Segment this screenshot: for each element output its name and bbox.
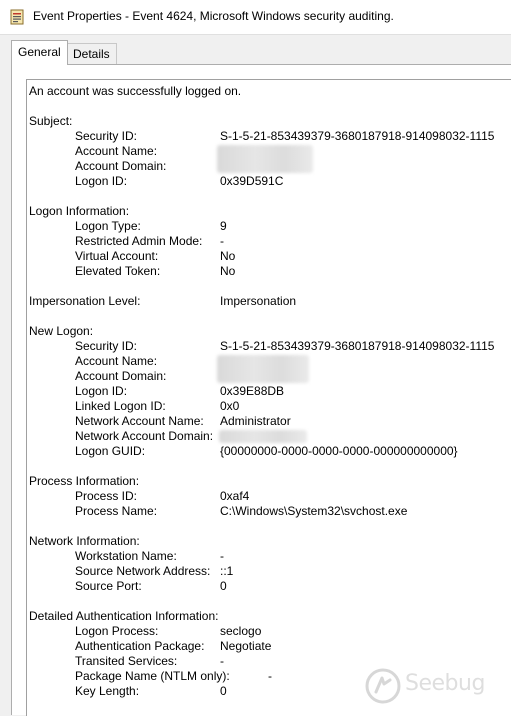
field-value: seclogo (220, 624, 262, 638)
impersonation-level-row: Impersonation Level: Impersonation (27, 294, 511, 309)
process-name-row: Process Name: C:\Windows\System32\svchos… (27, 504, 511, 519)
field-label: Transited Services: (75, 654, 178, 668)
process-info-heading: Process Information: (29, 474, 140, 488)
field-value: No (220, 249, 236, 263)
tab-details[interactable]: Details (66, 43, 117, 64)
seebug-watermark: Seebug (365, 668, 485, 704)
field-label: Security ID: (75, 129, 138, 143)
field-value: 0x0 (220, 399, 240, 413)
field-value: ::1 (220, 564, 234, 578)
field-value: - (220, 234, 224, 248)
field-label: Account Domain: (75, 369, 167, 383)
field-label: Logon Process: (75, 624, 159, 638)
field-label: Logon ID: (75, 174, 128, 188)
field-label: Network Account Domain: (75, 429, 214, 443)
field-label: Virtual Account: (75, 249, 159, 263)
field-label: Impersonation Level: (29, 294, 141, 308)
field-value: Impersonation (220, 294, 297, 308)
source-port-row: Source Port: 0 (27, 579, 511, 594)
field-label: Key Length: (75, 684, 140, 698)
field-value: S-1-5-21-853439379-3680187918-914098032-… (220, 129, 495, 143)
field-value: - (220, 654, 224, 668)
field-value: {00000000-0000-0000-0000-000000000000} (220, 444, 458, 458)
event-description-textbox[interactable]: An account was successfully logged on. S… (26, 79, 511, 716)
auth-package-row: Authentication Package: Negotiate (27, 639, 511, 654)
auth-info-heading: Detailed Authentication Information: (29, 609, 219, 623)
title-bar: Event Properties - Event 4624, Microsoft… (0, 0, 511, 35)
field-label: Account Name: (75, 144, 158, 158)
virtual-account-row: Virtual Account: No (27, 249, 511, 264)
field-value: 9 (220, 219, 227, 233)
general-tab-panel: An account was successfully logged on. S… (11, 64, 511, 716)
field-value: No (220, 264, 236, 278)
new-logon-security-id-row: Security ID: S-1-5-21-853439379-36801879… (27, 339, 511, 354)
field-label: Network Account Name: (75, 414, 204, 428)
watermark-text: Seebug (405, 671, 485, 696)
field-value: - (220, 549, 224, 563)
field-value: 0 (220, 579, 227, 593)
logon-type-row: Logon Type: 9 (27, 219, 511, 234)
process-id-row: Process ID: 0xaf4 (27, 489, 511, 504)
tab-general[interactable]: General (11, 40, 68, 65)
field-value: Administrator (220, 414, 291, 428)
field-label: Logon GUID: (75, 444, 146, 458)
field-label: Account Domain: (75, 159, 167, 173)
subject-logon-id-row: Logon ID: 0x39D591C (27, 174, 511, 189)
network-account-name-row: Network Account Name: Administrator (27, 414, 511, 429)
field-label: Authentication Package: (75, 639, 205, 653)
redacted-value (219, 430, 307, 443)
field-label: Source Port: (75, 579, 142, 593)
subject-security-id-row: Security ID: S-1-5-21-853439379-36801879… (27, 129, 511, 144)
redacted-value (217, 145, 313, 173)
field-label: Process Name: (75, 504, 158, 518)
field-value: S-1-5-21-853439379-3680187918-914098032-… (220, 339, 495, 353)
field-value: Negotiate (220, 639, 272, 653)
elevated-token-row: Elevated Token: No (27, 264, 511, 279)
event-message: An account was successfully logged on. (29, 84, 242, 98)
field-value: C:\Windows\System32\svchost.exe (220, 504, 408, 518)
field-value: - (268, 669, 272, 683)
field-label: Workstation Name: (75, 549, 177, 563)
workstation-name-row: Workstation Name: - (27, 549, 511, 564)
linked-logon-id-row: Linked Logon ID: 0x0 (27, 399, 511, 414)
field-value: 0xaf4 (220, 489, 250, 503)
redacted-value (217, 355, 309, 383)
network-info-heading: Network Information: (29, 534, 140, 548)
new-logon-heading: New Logon: (29, 324, 94, 338)
field-value: 0x39E88DB (220, 384, 285, 398)
logon-guid-row: Logon GUID: {00000000-0000-0000-0000-000… (27, 444, 511, 459)
field-value: 0 (220, 684, 227, 698)
seebug-logo-icon (365, 668, 401, 704)
logon-info-heading: Logon Information: (29, 204, 130, 218)
logon-process-row: Logon Process: seclogo (27, 624, 511, 639)
field-label: Source Network Address: (75, 564, 211, 578)
event-viewer-icon (10, 9, 24, 25)
source-address-row: Source Network Address: ::1 (27, 564, 511, 579)
field-label: Security ID: (75, 339, 138, 353)
field-value: 0x39D591C (220, 174, 284, 188)
field-label: Logon Type: (75, 219, 141, 233)
window-title: Event Properties - Event 4624, Microsoft… (33, 9, 394, 23)
field-label: Elevated Token: (75, 264, 161, 278)
field-label: Package Name (NTLM only): (75, 669, 230, 683)
field-label: Logon ID: (75, 384, 128, 398)
new-logon-logon-id-row: Logon ID: 0x39E88DB (27, 384, 511, 399)
field-label: Account Name: (75, 354, 158, 368)
field-label: Linked Logon ID: (75, 399, 166, 413)
restricted-admin-row: Restricted Admin Mode: - (27, 234, 511, 249)
field-label: Restricted Admin Mode: (75, 234, 203, 248)
subject-heading: Subject: (29, 114, 73, 128)
field-label: Process ID: (75, 489, 138, 503)
transited-services-row: Transited Services: - (27, 654, 511, 669)
